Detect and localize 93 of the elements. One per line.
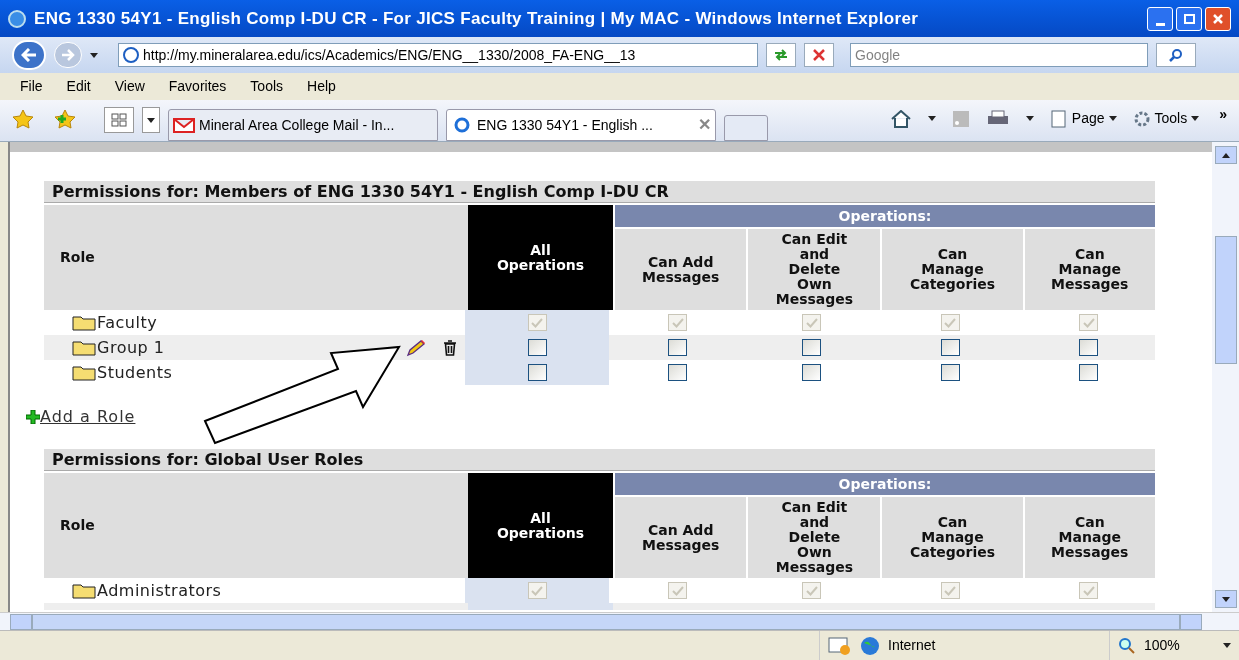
- address-field[interactable]: http://my.mineralarea.edu/ics/Academics/ENG/ENG__1330/2008_FA-ENG__13: [118, 43, 758, 67]
- checkbox[interactable]: [527, 364, 547, 381]
- role-name: Group 1: [97, 336, 165, 359]
- browser-tab[interactable]: Mineral Area College Mail - In...: [168, 109, 438, 141]
- zone-label: Internet: [888, 636, 936, 655]
- more-tools-button[interactable]: »: [1219, 104, 1227, 125]
- folder-icon: [72, 339, 96, 356]
- checkbox[interactable]: [802, 364, 822, 381]
- minimize-button[interactable]: [1147, 6, 1173, 31]
- globe-icon: [860, 635, 880, 656]
- checkbox[interactable]: [802, 339, 822, 356]
- menu-item[interactable]: Help: [307, 76, 336, 97]
- column-group-header: Operations:: [615, 473, 1155, 495]
- column-header: Can Manage Categories: [882, 229, 1023, 310]
- mail-icon: [173, 117, 195, 133]
- column-header: Can Manage Categories: [882, 497, 1023, 578]
- stop-button[interactable]: [804, 43, 834, 67]
- checkbox[interactable]: [940, 339, 960, 356]
- column-header: Can Edit and Delete Own Messages: [748, 229, 881, 310]
- column-header: Can Add Messages: [615, 229, 747, 310]
- refresh-icon: [773, 49, 789, 61]
- window-title: ENG 1330 54Y1 - English Comp I-DU CR - For JICS Faculty Training | My MAC - Windows Internet Explorer: [34, 7, 919, 30]
- star-icon[interactable]: [12, 109, 34, 129]
- checkbox[interactable]: [1079, 339, 1099, 356]
- column-header: Role: [44, 205, 468, 310]
- column-header: Can Manage Messages: [1024, 497, 1155, 578]
- popup-blocked-icon: [828, 635, 852, 656]
- folder-icon: [72, 582, 96, 599]
- checkbox[interactable]: [940, 364, 960, 381]
- menu-item[interactable]: Favorites: [168, 76, 227, 97]
- folder-icon: [72, 364, 96, 381]
- menu-item[interactable]: Tools: [250, 76, 284, 97]
- forward-arrow-icon: [61, 49, 75, 61]
- scrollbar-thumb[interactable]: [1214, 236, 1237, 364]
- back-arrow-icon: [21, 48, 37, 62]
- page-menu-button[interactable]: Page: [1049, 108, 1117, 129]
- column-group-header: Operations:: [615, 205, 1155, 227]
- add-role-link[interactable]: Add a Role: [40, 405, 136, 429]
- trash-icon[interactable]: [443, 339, 458, 356]
- add-favorite-icon[interactable]: [54, 109, 76, 129]
- browser-tab[interactable]: ENG 1330 54Y1 - English ... ✕: [446, 109, 716, 141]
- zoom-icon[interactable]: [1118, 636, 1136, 655]
- caret-icon: [1108, 116, 1117, 121]
- quick-tabs-button[interactable]: [104, 107, 134, 133]
- caret-icon[interactable]: [1223, 643, 1231, 648]
- home-icon[interactable]: [889, 109, 912, 128]
- close-tab-icon[interactable]: ✕: [698, 113, 711, 137]
- pencil-icon[interactable]: [405, 338, 428, 357]
- checkbox[interactable]: [668, 339, 688, 356]
- zoom-level[interactable]: 100%: [1144, 635, 1180, 656]
- column-header: Can Edit and Delete Own Messages: [748, 497, 881, 578]
- caret-icon: [1191, 116, 1200, 121]
- refresh-button[interactable]: [766, 43, 796, 67]
- plus-icon: [26, 410, 40, 424]
- column-header: All Operations: [468, 473, 613, 578]
- restore-button[interactable]: [1176, 6, 1202, 31]
- gear-icon: [1132, 109, 1151, 128]
- column-header: All Operations: [468, 205, 613, 310]
- menu-item[interactable]: View: [114, 76, 145, 97]
- search-icon: [1169, 48, 1183, 62]
- close-button[interactable]: [1205, 6, 1231, 31]
- back-button[interactable]: [12, 40, 46, 70]
- tools-menu-button[interactable]: Tools: [1132, 108, 1200, 129]
- checkbox[interactable]: [527, 339, 547, 356]
- column-header: Role: [44, 473, 468, 578]
- horizontal-scrollbar[interactable]: [0, 612, 1239, 630]
- caret-icon: [1221, 152, 1230, 158]
- section-title: Permissions for: Global User Roles: [44, 449, 1155, 471]
- search-button[interactable]: [1156, 43, 1196, 67]
- caret-icon[interactable]: [1025, 116, 1034, 121]
- folder-icon: [72, 314, 96, 331]
- tab-list-button[interactable]: [142, 107, 160, 133]
- checkbox[interactable]: [668, 364, 688, 381]
- search-field[interactable]: Google: [850, 43, 1148, 67]
- section-title: Permissions for: Members of ENG 1330 54Y1 - English Comp I-DU CR: [44, 181, 1155, 203]
- caret-icon[interactable]: [90, 52, 98, 58]
- grid-icon: [111, 113, 127, 127]
- role-name: Students: [97, 361, 173, 384]
- menu-item[interactable]: Edit: [66, 76, 91, 97]
- caret-icon[interactable]: [927, 116, 936, 121]
- column-header: Can Add Messages: [615, 497, 747, 578]
- close-icon: [1212, 12, 1224, 25]
- vertical-scrollbar[interactable]: [1212, 142, 1239, 612]
- caret-icon: [147, 117, 155, 123]
- column-header: Can Manage Messages: [1024, 229, 1155, 310]
- checkbox[interactable]: [1079, 364, 1099, 381]
- page-icon: [1049, 109, 1068, 128]
- caret-icon: [1221, 596, 1230, 602]
- role-name: Faculty: [97, 311, 158, 334]
- browser-logo-icon: [8, 9, 26, 28]
- menu-item[interactable]: File: [20, 76, 43, 97]
- stop-icon: [813, 49, 825, 61]
- role-name: Administrators: [97, 579, 222, 602]
